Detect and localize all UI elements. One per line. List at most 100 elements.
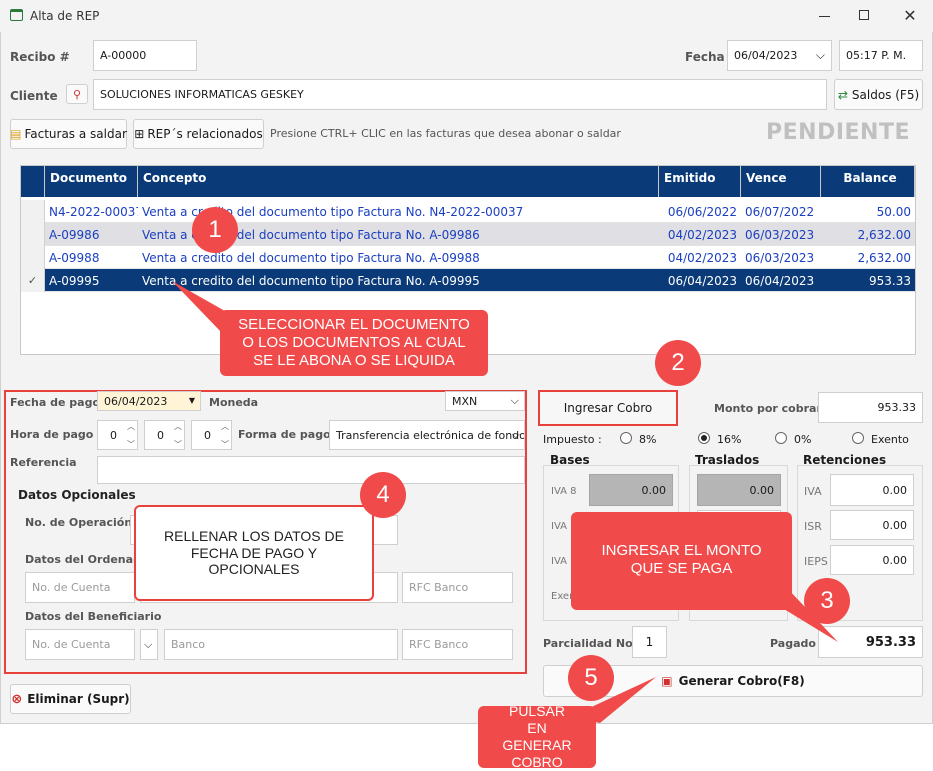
cell-documento: N4-2022-00037 bbox=[49, 204, 138, 219]
hint-text: Presione CTRL+ CLIC en las facturas que … bbox=[270, 127, 621, 140]
step-1-badge: 1 bbox=[192, 207, 238, 253]
beneficiario-cuenta-input[interactable]: No. de Cuenta bbox=[25, 629, 135, 660]
callout-5: PULSAR EN GENERAR COBRO bbox=[478, 703, 596, 770]
cliente-input[interactable]: SOLUCIONES INFORMATICAS GESKEY bbox=[93, 79, 827, 110]
segundo-value: 0 bbox=[204, 428, 211, 442]
segundo-spinner[interactable]: 0 ︿ ﹀ bbox=[191, 420, 232, 450]
cell-vence: 06/04/2023 bbox=[745, 273, 815, 288]
col-balance[interactable]: Balance bbox=[821, 166, 915, 197]
fecha-pago-value: 06/04/2023 bbox=[104, 394, 168, 408]
rate-16-radio[interactable] bbox=[698, 432, 710, 444]
ret-iva-input[interactable]: 0.00 bbox=[830, 474, 914, 506]
facturas-a-saldar-button[interactable]: ▤ Facturas a saldar bbox=[10, 119, 127, 149]
referencia-input[interactable] bbox=[97, 456, 525, 484]
folder-icon: ▤ bbox=[10, 127, 22, 141]
col-concepto[interactable]: Concepto bbox=[138, 166, 659, 197]
minuto-spinner[interactable]: 0 ︿ ﹀ bbox=[144, 420, 185, 450]
base-iva-label: IVA bbox=[551, 521, 567, 532]
moneda-select[interactable]: MXN ⌵ bbox=[445, 391, 525, 411]
spinner-arrows-icon: ︿ ﹀ bbox=[127, 422, 135, 449]
rate-0-radio[interactable] bbox=[775, 432, 787, 444]
relations-icon: ⊞ bbox=[134, 127, 145, 141]
rate-8-radio[interactable] bbox=[620, 432, 632, 444]
ordenante-cuenta-input[interactable]: No. de Cuenta bbox=[25, 572, 135, 603]
chevron-down-icon: ⌵ bbox=[815, 48, 825, 62]
cell-balance: 2,632.00 bbox=[857, 227, 911, 242]
cell-documento: A-09995 bbox=[49, 273, 100, 288]
forma-pago-value: Transferencia electrónica de fondos bbox=[336, 428, 525, 442]
moneda-value: MXN bbox=[452, 394, 478, 408]
monto-input[interactable]: 953.33 bbox=[818, 392, 923, 423]
row-selector[interactable] bbox=[21, 223, 45, 246]
table-row[interactable]: ✓ A-09995 Venta a credito del documento ti… bbox=[21, 269, 915, 292]
ingresar-cobro-button[interactable]: Ingresar Cobro bbox=[538, 390, 678, 426]
chevron-down-icon: ⌵ bbox=[144, 637, 153, 651]
rate-exento-radio[interactable] bbox=[852, 432, 864, 444]
cell-emitido: 06/06/2022 bbox=[667, 204, 737, 219]
rate-0-label: 0% bbox=[794, 433, 812, 446]
callout-4: RELLENAR LOS DATOS DE FECHA DE PAGO Y OP… bbox=[134, 505, 374, 601]
row-selector[interactable] bbox=[21, 246, 45, 269]
table-row[interactable]: A-09988 Venta a credito del documento tip… bbox=[21, 246, 915, 269]
title-bar: Alta de REP ✕ bbox=[0, 0, 933, 32]
facturas-label: Facturas a saldar bbox=[24, 127, 127, 141]
rep-relacionados-button[interactable]: ⊞ REP´s relacionados bbox=[133, 119, 264, 149]
row-selector[interactable] bbox=[21, 200, 45, 223]
beneficiario-banco-input[interactable]: Banco bbox=[164, 629, 398, 660]
parcialidad-input[interactable]: 1 bbox=[632, 626, 667, 658]
ingresar-cobro-label: Ingresar Cobro bbox=[563, 401, 653, 415]
beneficiario-rfc-input[interactable]: RFC Banco bbox=[402, 629, 513, 660]
generar-cobro-label: Generar Cobro(F8) bbox=[678, 674, 805, 688]
fecha-value: 06/04/2023 bbox=[734, 49, 798, 62]
minimize-button[interactable] bbox=[810, 6, 840, 26]
recibo-label: Recibo # bbox=[10, 50, 70, 64]
cell-vence: 06/03/2023 bbox=[745, 250, 815, 265]
window-icon bbox=[10, 9, 23, 21]
traslado-iva8-input[interactable]: 0.00 bbox=[697, 474, 781, 506]
fecha-pago-picker[interactable]: 06/04/2023 ▼ bbox=[97, 391, 201, 411]
hora-spinner[interactable]: 0 ︿ ﹀ bbox=[97, 420, 138, 450]
chevron-down-icon: ⌵ bbox=[510, 394, 519, 407]
grid-header-selector bbox=[21, 166, 45, 197]
maximize-button[interactable] bbox=[850, 6, 880, 26]
callout-1: SELECCIONAR EL DOCUMENTO O LOS DOCUMENTO… bbox=[220, 310, 488, 376]
callout-3: INGRESAR EL MONTO QUE SE PAGA bbox=[571, 512, 792, 610]
col-documento[interactable]: Documento bbox=[45, 166, 138, 197]
ret-isr-input[interactable]: 0.00 bbox=[830, 510, 914, 540]
beneficiario-cuenta-dropdown[interactable]: ⌵ bbox=[140, 629, 158, 660]
recibo-input[interactable]: A-00000 bbox=[93, 40, 197, 71]
eliminar-label: Eliminar (Supr) bbox=[27, 692, 130, 706]
status-badge: PENDIENTE bbox=[766, 120, 910, 145]
table-row[interactable]: N4-2022-00037 Venta a credito del documen… bbox=[21, 200, 915, 223]
close-button[interactable]: ✕ bbox=[895, 6, 925, 26]
rate-16-label: 16% bbox=[717, 433, 742, 446]
col-emitido[interactable]: Emitido bbox=[659, 166, 741, 197]
rate-8-label: 8% bbox=[639, 433, 657, 446]
saldos-button[interactable]: ⇄ Saldos (F5) bbox=[834, 79, 923, 110]
moneda-label: Moneda bbox=[209, 396, 259, 409]
referencia-label: Referencia bbox=[10, 456, 77, 469]
hora-input[interactable]: 05:17 P. M. bbox=[839, 40, 923, 71]
cell-balance: 50.00 bbox=[876, 204, 911, 219]
step-4-badge: 4 bbox=[360, 472, 406, 518]
search-client-button[interactable]: ⚲ bbox=[66, 84, 88, 104]
fecha-picker[interactable]: 06/04/2023 ⌵ bbox=[727, 40, 832, 71]
cell-documento: A-09986 bbox=[49, 227, 100, 242]
forma-pago-select[interactable]: Transferencia electrónica de fondos ⌵ bbox=[329, 420, 525, 450]
col-vence[interactable]: Vence bbox=[741, 166, 821, 197]
beneficiario-label: Datos del Beneficiario bbox=[25, 610, 162, 623]
cell-emitido: 04/02/2023 bbox=[667, 227, 737, 242]
row-selector[interactable]: ✓ bbox=[21, 269, 45, 292]
spinner-arrows-icon: ︿ ﹀ bbox=[221, 422, 229, 449]
cell-vence: 06/07/2022 bbox=[745, 204, 815, 219]
ordenante-rfc-input[interactable]: RFC Banco bbox=[402, 572, 513, 603]
minuto-value: 0 bbox=[157, 428, 164, 442]
step-2-badge: 2 bbox=[655, 340, 701, 386]
ret-iva-label: IVA bbox=[804, 485, 822, 498]
ret-ieps-label: IEPS bbox=[804, 555, 828, 568]
eliminar-button[interactable]: ⊗ Eliminar (Supr) bbox=[10, 684, 131, 714]
save-icon: ▣ bbox=[661, 674, 673, 688]
step-3-badge: 3 bbox=[804, 578, 850, 624]
table-row[interactable]: A-09986 Venta a credito del documento tip… bbox=[21, 223, 915, 246]
base-iva8-input[interactable]: 0.00 bbox=[589, 474, 673, 506]
